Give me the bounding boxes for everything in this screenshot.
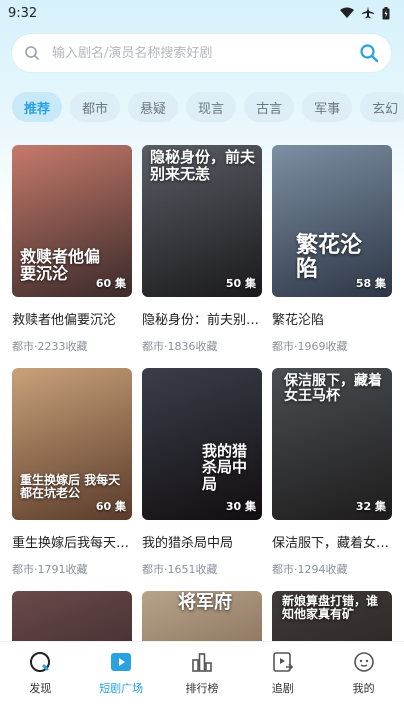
drama-card[interactable]: 繁花沦陷 58 集 繁花沦陷 都市·1969收藏 bbox=[272, 145, 392, 354]
nav-follow[interactable]: 追剧 bbox=[248, 650, 318, 718]
tab-modern-romance[interactable]: 现言 bbox=[186, 92, 237, 122]
drama-title[interactable]: 保洁服下，藏着女王的马杯 bbox=[272, 532, 392, 551]
tab-recommend[interactable]: 推荐 bbox=[12, 92, 63, 122]
episode-count: 50 集 bbox=[225, 277, 256, 290]
search-submit-icon[interactable] bbox=[359, 43, 379, 63]
search-bar[interactable] bbox=[12, 34, 391, 72]
ranking-icon bbox=[192, 653, 212, 672]
nav-ranking[interactable]: 排行榜 bbox=[167, 650, 237, 718]
tab-label: 推荐 bbox=[24, 101, 51, 117]
bottom-nav: 发现 短剧广场 排行榜 追剧 我的 bbox=[0, 641, 404, 718]
episode-count: 60 集 bbox=[95, 277, 126, 290]
drama-poster[interactable]: 保洁服下，藏着女王马杯 32 集 bbox=[272, 368, 392, 520]
drama-card[interactable]: 我的猎杀局中局 30 集 我的猎杀局中局 都市·1651收藏 bbox=[142, 368, 262, 577]
tab-fantasy[interactable]: 玄幻 bbox=[360, 92, 404, 122]
poster-title: 重生换嫁后 我每天都在坑老公 bbox=[20, 472, 121, 500]
tab-label: 都市 bbox=[82, 101, 109, 117]
drama-meta: 都市·1969收藏 bbox=[272, 340, 348, 353]
poster-title: 新娘算盘打错，谁知他家真有矿 bbox=[282, 594, 379, 622]
drama-poster[interactable]: 繁花沦陷 58 集 bbox=[272, 145, 392, 297]
drama-card[interactable]: 保洁服下，藏着女王马杯 32 集 保洁服下，藏着女王的马杯 都市·1294收藏 bbox=[272, 368, 392, 577]
episode-count: 60 集 bbox=[95, 500, 126, 513]
nav-profile[interactable]: 我的 bbox=[329, 650, 399, 718]
airplane-icon bbox=[362, 7, 374, 19]
search-input[interactable] bbox=[52, 45, 359, 61]
drama-card[interactable]: 救赎者他偏要沉沦 60 集 救赎者他偏要沉沦 都市·2233收藏 bbox=[12, 145, 132, 354]
nav-label: 追剧 bbox=[271, 682, 294, 695]
drama-meta: 都市·1651收藏 bbox=[142, 563, 218, 576]
episode-count: 58 集 bbox=[355, 277, 386, 290]
nav-label: 短剧广场 bbox=[99, 682, 144, 695]
tab-urban[interactable]: 都市 bbox=[70, 92, 121, 122]
play-square-icon bbox=[111, 653, 132, 671]
drama-meta: 都市·2233收藏 bbox=[12, 340, 88, 353]
episode-count: 30 集 bbox=[225, 500, 256, 513]
tab-label: 古言 bbox=[256, 101, 283, 117]
wifi-icon bbox=[340, 7, 354, 18]
nav-label: 排行榜 bbox=[185, 682, 219, 695]
drama-card[interactable]: 重生换嫁后 我每天都在坑老公 60 集 重生换嫁后我每天都在坑老公 都市·179… bbox=[12, 368, 132, 577]
drama-poster[interactable]: 隐秘身份，前夫别来无恙 50 集 bbox=[142, 145, 262, 297]
tab-label: 现言 bbox=[198, 101, 225, 117]
poster-title: 隐秘身份，前夫别来无恙 bbox=[150, 148, 256, 183]
nav-label: 发现 bbox=[29, 682, 52, 695]
episode-count: 32 集 bbox=[355, 500, 386, 513]
poster-title: 将军府 bbox=[178, 592, 232, 613]
poster-title: 我的猎杀局中局 bbox=[202, 441, 248, 493]
search-icon bbox=[25, 46, 39, 60]
drama-title[interactable]: 救赎者他偏要沉沦 bbox=[12, 309, 132, 328]
drama-meta: 都市·1791收藏 bbox=[12, 563, 88, 576]
discover-icon bbox=[30, 652, 51, 672]
poster-title: 救赎者他偏要沉沦 bbox=[20, 246, 101, 284]
status-bar: 9:32 bbox=[0, 0, 404, 26]
drama-card[interactable]: 隐秘身份，前夫别来无恙 50 集 隐秘身份：前夫别来无恙 都市·1836收藏 bbox=[142, 145, 262, 354]
tab-military[interactable]: 军事 bbox=[302, 92, 353, 122]
nav-discover[interactable]: 发现 bbox=[5, 650, 75, 718]
drama-poster[interactable]: 我的猎杀局中局 30 集 bbox=[142, 368, 262, 520]
drama-title[interactable]: 我的猎杀局中局 bbox=[142, 532, 262, 551]
nav-drama-square[interactable]: 短剧广场 bbox=[86, 650, 156, 718]
tab-ancient-romance[interactable]: 古言 bbox=[244, 92, 295, 122]
drama-poster[interactable]: 救赎者他偏要沉沦 60 集 bbox=[12, 145, 132, 297]
poster-title: 繁花沦陷 bbox=[296, 231, 363, 282]
battery-icon bbox=[382, 6, 390, 19]
category-tabs: 推荐 都市 悬疑 现言 古言 军事 玄幻 bbox=[12, 92, 404, 124]
drama-poster[interactable]: 重生换嫁后 我每天都在坑老公 60 集 bbox=[12, 368, 132, 520]
tab-label: 悬疑 bbox=[140, 101, 167, 117]
profile-icon bbox=[353, 652, 374, 672]
drama-title[interactable]: 重生换嫁后我每天都在坑老公 bbox=[12, 532, 132, 551]
status-icons bbox=[340, 6, 390, 20]
drama-meta: 都市·1294收藏 bbox=[272, 563, 348, 576]
nav-label: 我的 bbox=[352, 682, 375, 695]
status-time: 9:32 bbox=[8, 5, 38, 21]
follow-icon bbox=[272, 652, 293, 672]
tab-label: 玄幻 bbox=[372, 101, 399, 117]
poster-title: 保洁服下，藏着女王马杯 bbox=[284, 373, 382, 405]
tab-label: 军事 bbox=[314, 101, 341, 117]
drama-title[interactable]: 隐秘身份：前夫别来无恙 bbox=[142, 309, 262, 328]
drama-meta: 都市·1836收藏 bbox=[142, 340, 218, 353]
drama-title[interactable]: 繁花沦陷 bbox=[272, 309, 392, 328]
tab-suspense[interactable]: 悬疑 bbox=[128, 92, 179, 122]
